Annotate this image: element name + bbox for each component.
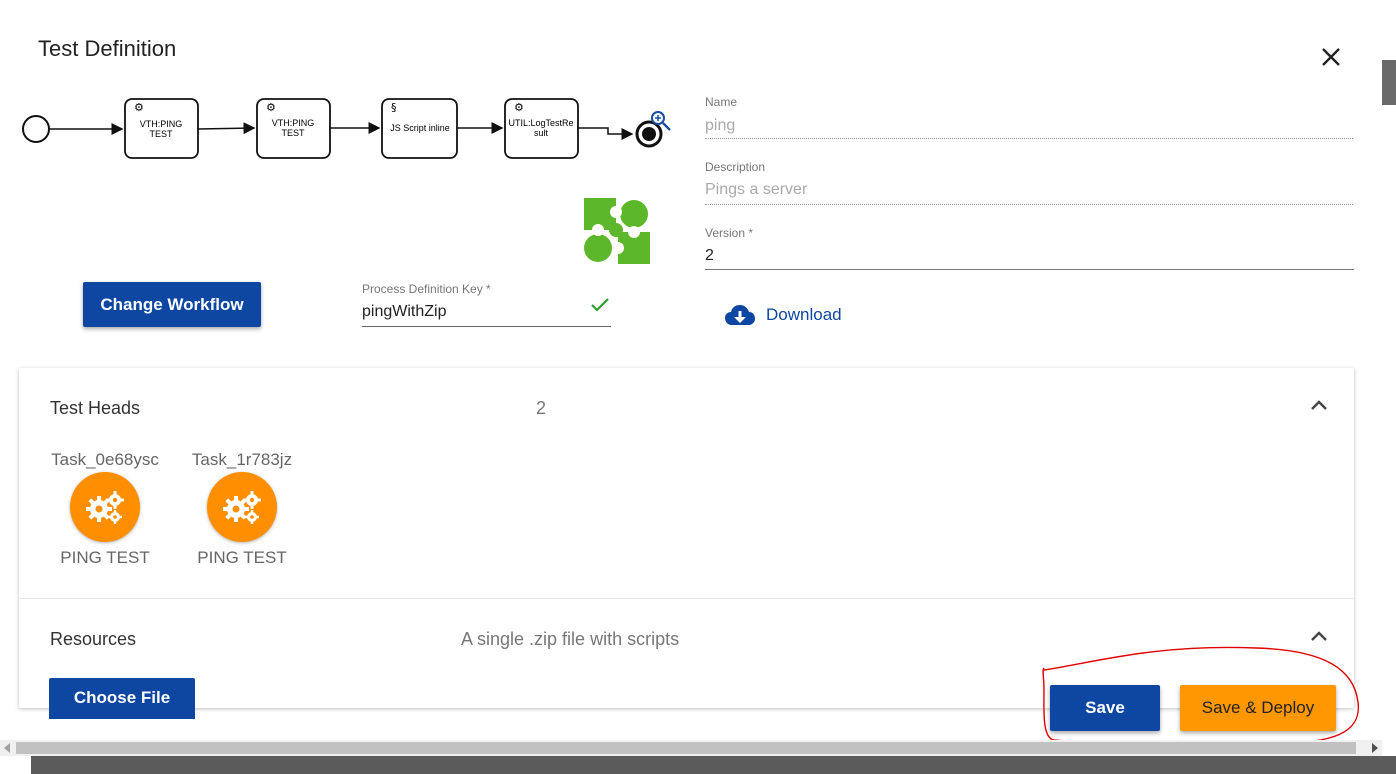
version-label: Version * — [705, 226, 754, 240]
input-underline — [705, 138, 1353, 139]
test-head-task-id: Task_1r783jz — [191, 450, 293, 469]
resources-hint: A single .zip file with scripts — [461, 629, 680, 649]
name-label: Name — [705, 95, 738, 109]
download-label: Download — [766, 305, 842, 324]
description-label: Description — [705, 160, 766, 174]
input-underline — [362, 326, 611, 327]
gears-icon — [86, 491, 124, 524]
annotation-circle — [1042, 646, 1360, 746]
workflow-task[interactable]: ⚙ VTH:PING TEST — [256, 98, 331, 159]
gears-icon — [223, 491, 261, 524]
input-underline — [705, 269, 1354, 270]
backdrop — [0, 756, 1396, 774]
change-workflow-button[interactable]: Change Workflow — [83, 282, 261, 327]
svg-text:⚙: ⚙ — [134, 101, 144, 114]
resources-title: Resources — [50, 629, 137, 649]
scrollbar-thumb[interactable] — [16, 742, 1356, 754]
task-label: VTH:PING — [140, 119, 183, 129]
choose-file-button[interactable]: Choose File — [49, 678, 195, 719]
test-head-task-id: Task_0e68ysc — [51, 450, 159, 469]
input-underline — [705, 204, 1353, 205]
process-definition-key-label: Process Definition Key * — [362, 282, 491, 296]
test-head-label: PING TEST — [197, 548, 287, 567]
task-label: sult — [534, 128, 549, 138]
task-label: TEST — [281, 128, 305, 138]
test-head-avatar[interactable] — [70, 472, 140, 542]
test-head-label: PING TEST — [60, 548, 150, 567]
backdrop — [0, 756, 31, 774]
svg-text:⚙: ⚙ — [266, 101, 276, 114]
scroll-right-icon[interactable] — [1372, 743, 1378, 753]
svg-text:§: § — [391, 101, 397, 114]
dialog-title: Test Definition — [38, 36, 177, 61]
task-label: TEST — [149, 129, 173, 139]
cloud-download-icon — [725, 305, 755, 325]
svg-text:⚙: ⚙ — [514, 101, 524, 114]
test-heads-count: 2 — [536, 398, 547, 418]
process-definition-key-input[interactable]: pingWithZip — [362, 303, 446, 321]
workflow-task[interactable]: ⚙ UTIL:LogTestRe sult — [504, 98, 579, 159]
workflow-task[interactable]: § JS Script inline — [381, 98, 458, 159]
workflow-task[interactable]: ⚙ VTH:PING TEST — [124, 98, 199, 159]
test-head-item[interactable]: Task_0e68ysc PING TEST — [45, 450, 165, 568]
divider — [19, 598, 1354, 599]
horizontal-scrollbar[interactable] — [0, 740, 1382, 756]
task-label: UTIL:LogTestRe — [508, 118, 573, 128]
test-definition-dialog: Test Definition ⚙ VTH:PING TEST ⚙ VTH:PI… — [0, 0, 1382, 756]
task-label: JS Script inline — [390, 123, 450, 133]
puzzle-gears-icon — [584, 198, 650, 264]
end-event — [635, 120, 663, 148]
check-icon — [591, 298, 609, 312]
name-input[interactable]: ping — [705, 117, 735, 135]
start-event — [22, 115, 50, 143]
test-head-item[interactable]: Task_1r783jz PING TEST — [182, 450, 302, 568]
workflow-diagram[interactable]: ⚙ VTH:PING TEST ⚙ VTH:PING TEST § JS Scr… — [18, 90, 678, 170]
close-icon[interactable] — [1316, 42, 1346, 72]
chevron-up-icon[interactable] — [1309, 398, 1329, 412]
backdrop-scrollbar — [1382, 60, 1396, 105]
scroll-left-icon[interactable] — [4, 743, 10, 753]
download-button[interactable]: Download — [724, 303, 842, 327]
description-input[interactable]: Pings a server — [705, 181, 807, 199]
version-input[interactable]: 2 — [705, 247, 714, 265]
test-heads-title: Test Heads — [50, 398, 141, 418]
test-head-avatar[interactable] — [207, 472, 277, 542]
task-label: VTH:PING — [272, 118, 315, 128]
